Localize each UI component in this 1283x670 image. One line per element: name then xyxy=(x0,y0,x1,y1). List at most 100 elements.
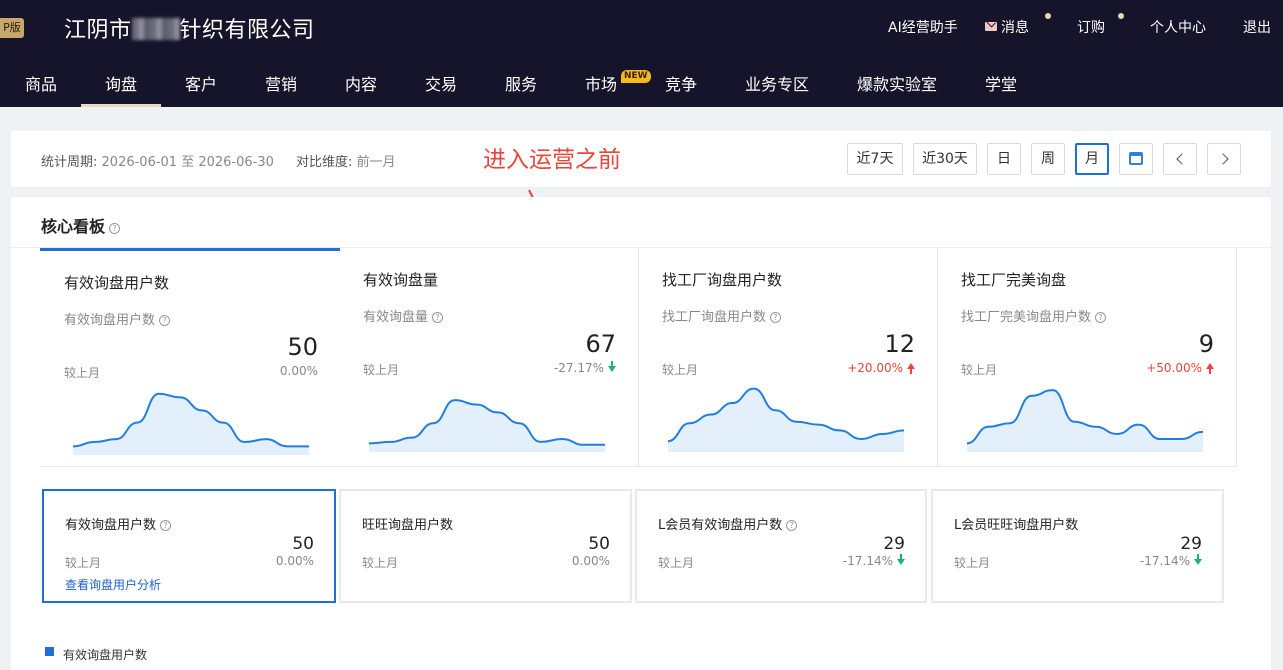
personal-center-link[interactable]: 个人中心 xyxy=(1150,17,1206,37)
legend-swatch xyxy=(45,647,54,656)
calendar-icon xyxy=(1129,152,1143,165)
compare-label: 较上月 xyxy=(662,363,699,377)
metric-subtitle: 有效询盘量? xyxy=(363,306,444,325)
logout-link[interactable]: 退出 xyxy=(1243,17,1271,37)
metric-value: 9 xyxy=(1198,330,1214,358)
change-value: -27.17% xyxy=(554,361,616,375)
range-month-button[interactable]: 月 xyxy=(1075,143,1109,175)
annotation-text: 进入运营之前 xyxy=(483,147,621,173)
change-value: 0.00% xyxy=(275,554,314,568)
range-week-button[interactable]: 周 xyxy=(1031,143,1065,175)
arrow-down-icon xyxy=(608,361,616,372)
help-icon[interactable]: ? xyxy=(109,223,121,234)
nav-item-business-zone[interactable]: 业务专区 xyxy=(745,71,809,95)
help-icon[interactable]: ? xyxy=(786,520,798,531)
mail-icon xyxy=(985,22,997,31)
metric-subtitle: 找工厂完美询盘用户数? xyxy=(961,306,1107,325)
range-day-button[interactable]: 日 xyxy=(987,143,1021,175)
nav-item-hot-lab[interactable]: 爆款实验室 xyxy=(857,71,937,95)
metric-title: 有效询盘量 xyxy=(363,271,439,289)
compare-label: 较上月 xyxy=(954,556,991,570)
small-metric-value: 50 xyxy=(292,534,314,554)
new-badge: NEW xyxy=(621,70,651,83)
messages-link[interactable]: 消息 xyxy=(985,17,1029,37)
metric-subtitle: 有效询盘用户数? xyxy=(64,309,171,328)
range-7d-button[interactable]: 近7天 xyxy=(847,143,903,175)
ai-assistant-link[interactable]: AI经营助手 xyxy=(888,17,958,37)
sparkline-chart xyxy=(967,389,1204,452)
prev-period-button[interactable] xyxy=(1163,143,1197,175)
nav-item-competition[interactable]: 竞争 xyxy=(665,71,697,95)
metric-small-card[interactable]: 旺旺询盘用户数 50 较上月 0.00% xyxy=(339,489,632,603)
range-30d-button[interactable]: 近30天 xyxy=(913,143,977,175)
metric-value: 67 xyxy=(585,330,616,358)
metric-small-card[interactable]: 有效询盘用户数? 50 较上月 0.00% 查看询盘用户分析 xyxy=(42,489,336,603)
nav-item-content[interactable]: 内容 xyxy=(345,71,377,95)
help-icon[interactable]: ? xyxy=(160,520,172,531)
sparkline-chart xyxy=(668,387,905,452)
legend-label: 有效询盘用户数 xyxy=(63,648,148,662)
change-value: -17.14% xyxy=(843,554,905,568)
compare-label: 较上月 xyxy=(65,556,102,570)
change-value: 0.00% xyxy=(279,364,318,378)
subscribe-link[interactable]: 订购 xyxy=(1077,17,1105,37)
version-badge: P版 xyxy=(0,18,24,38)
sparkline-area xyxy=(967,390,1203,452)
metric-card[interactable]: 有效询盘用户数 有效询盘用户数? 50 较上月 0.00% xyxy=(40,248,340,467)
help-icon[interactable]: ? xyxy=(159,315,171,326)
compare-label: 较上月 xyxy=(961,363,998,377)
small-metric-value: 50 xyxy=(588,534,610,554)
metric-card[interactable]: 找工厂完美询盘找工厂完美询盘用户数? 9 较上月 +50.00% xyxy=(937,248,1237,467)
compare-text: 对比维度: 前一月 xyxy=(296,155,396,170)
metric-title: 有效询盘用户数 xyxy=(64,274,170,292)
nav-item-products[interactable]: 商品 xyxy=(25,71,57,95)
change-value: +20.00% xyxy=(847,361,915,375)
core-board-title: 核心看板? xyxy=(41,213,121,237)
arrow-up-icon xyxy=(907,363,915,374)
calendar-button[interactable] xyxy=(1119,143,1153,175)
nav-item-marketing[interactable]: 营销 xyxy=(265,71,297,95)
small-metric-title: 有效询盘用户数? xyxy=(65,514,172,533)
small-metric-value: 29 xyxy=(1180,534,1202,554)
messages-dot xyxy=(1045,13,1051,19)
small-metric-title: L会员旺旺询盘用户数 xyxy=(954,518,1079,533)
compare-label: 较上月 xyxy=(363,363,400,377)
metric-value: 12 xyxy=(884,330,915,358)
change-value: -17.14% xyxy=(1140,554,1202,568)
nav-item-inquiry[interactable]: 询盘 xyxy=(105,71,137,95)
nav-item-service[interactable]: 服务 xyxy=(505,71,537,95)
metric-card[interactable]: 找工厂询盘用户数 找工厂询盘用户数? 12 较上月 +20.00% xyxy=(638,248,938,467)
help-icon[interactable]: ? xyxy=(1095,312,1107,323)
metric-subtitle: 找工厂询盘用户数? xyxy=(662,306,782,325)
sparkline-area xyxy=(668,388,904,452)
small-metric-title: 旺旺询盘用户数 xyxy=(362,518,454,533)
nav-item-customers[interactable]: 客户 xyxy=(185,71,217,95)
compare-label: 较上月 xyxy=(64,366,101,380)
redacted-text xyxy=(131,18,180,40)
sparkline-chart xyxy=(73,392,309,455)
arrow-down-icon xyxy=(897,554,905,565)
view-inquiry-analysis-link[interactable]: 查看询盘用户分析 xyxy=(65,576,161,593)
nav-item-academy[interactable]: 学堂 xyxy=(985,71,1017,95)
metric-small-card[interactable]: L会员有效询盘用户数? 29 较上月 -17.14% xyxy=(635,489,927,603)
chevron-left-icon xyxy=(1175,153,1188,165)
subscribe-dot xyxy=(1118,13,1124,19)
change-value: +50.00% xyxy=(1146,361,1214,375)
top-header: P版 江阴市 针织有限公司 AI经营助手 消息 订购 个人中心 退出 xyxy=(0,0,1283,56)
nav-item-trade[interactable]: 交易 xyxy=(425,71,457,95)
chevron-right-icon xyxy=(1216,153,1229,165)
compare-label: 较上月 xyxy=(362,556,399,570)
next-period-button[interactable] xyxy=(1207,143,1241,175)
nav-item-market[interactable]: 市场 xyxy=(585,71,617,95)
help-icon[interactable]: ? xyxy=(432,312,444,323)
compare-label: 较上月 xyxy=(658,556,695,570)
metric-title: 找工厂完美询盘 xyxy=(961,271,1067,289)
help-icon[interactable]: ? xyxy=(770,312,782,323)
arrow-down-icon xyxy=(1194,554,1202,565)
arrow-up-icon xyxy=(1206,363,1214,374)
change-value: 0.00% xyxy=(571,554,610,568)
main-nav: 商品 询盘 客户 营销 内容 交易 服务 市场 NEW 竞争 业务专区 爆款实验… xyxy=(0,56,1283,107)
metric-card[interactable]: 有效询盘量有效询盘量? 67 较上月 -27.17% xyxy=(339,248,639,467)
metric-small-card[interactable]: L会员旺旺询盘用户数 29 较上月 -17.14% xyxy=(931,489,1224,603)
metric-value: 50 xyxy=(287,333,318,361)
